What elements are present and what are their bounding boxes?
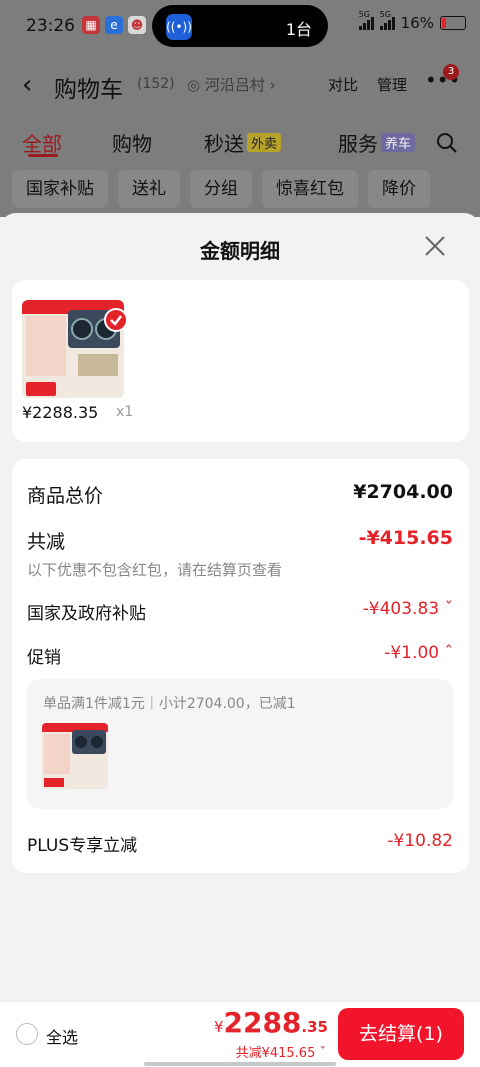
chip-red-packet[interactable]: 惊喜红包 bbox=[262, 170, 358, 208]
close-icon[interactable] bbox=[424, 235, 446, 257]
eye-icon: ◎ bbox=[187, 76, 205, 94]
tab-services[interactable]: 服务 养车 bbox=[338, 128, 420, 157]
sheet-title: 金额明细 bbox=[200, 239, 280, 263]
subsidy-row-toggle[interactable]: -¥403.83 ˇ bbox=[363, 599, 453, 619]
promotion-detail-text: 单品满1件减1元｜小计2704.00，已减1 bbox=[43, 696, 296, 712]
total-price-label: 商品总价 bbox=[27, 485, 104, 507]
tab-label: 全部 bbox=[22, 132, 62, 156]
chip-group[interactable]: 分组 bbox=[190, 170, 252, 208]
promotion-detail-box: 单品满1件减1元｜小计2704.00，已减1 bbox=[27, 679, 453, 809]
price-decimal: .35 bbox=[301, 1018, 328, 1036]
home-indicator[interactable] bbox=[144, 1062, 336, 1066]
product-price: ¥2288.35 bbox=[22, 403, 99, 422]
cart-page-background: ‹ 购物车 (152) ◎ 河沿吕村 › 对比 管理 ••• 3 全部 购物 秒… bbox=[0, 52, 480, 217]
total-price: ¥2288.35 bbox=[214, 1006, 328, 1039]
manage-button[interactable]: 管理 bbox=[377, 74, 407, 95]
total-discount-label: 共减 bbox=[27, 531, 66, 553]
saved-amount-toggle[interactable]: 共减¥415.65 ˇ bbox=[236, 1042, 326, 1061]
promotion-row-toggle[interactable]: -¥1.00 ˆ bbox=[384, 643, 453, 663]
checkout-button[interactable]: 去结算(1) bbox=[338, 1008, 464, 1060]
dynamic-island[interactable]: ((•)) 1台 bbox=[152, 5, 328, 47]
mascot-notification-icon: ☻ bbox=[128, 16, 146, 34]
checkout-bar: 全选 ¥2288.35 共减¥415.65 ˇ 去结算(1) bbox=[0, 1001, 480, 1067]
page-title: 购物车 bbox=[54, 77, 123, 103]
chip-national-subsidy[interactable]: 国家补贴 bbox=[12, 170, 108, 208]
chevron-down-icon: ˇ bbox=[315, 1046, 326, 1061]
amount-detail-sheet: 金额明细 ¥2288.35 x1 商品总价 ¥2704.00 共减 -¥415.… bbox=[0, 213, 480, 1001]
signal-icon: 5G bbox=[379, 10, 395, 30]
product-quantity: x1 bbox=[116, 404, 134, 420]
tab-all[interactable]: 全部 bbox=[22, 128, 62, 157]
promotion-product-image[interactable] bbox=[42, 723, 108, 789]
tab-badge: 养车 bbox=[381, 133, 416, 152]
location-label: 河沿吕村 bbox=[204, 76, 265, 94]
battery-percent: 16% bbox=[400, 14, 434, 32]
location-selector[interactable]: ◎ 河沿吕村 › bbox=[187, 74, 276, 95]
chevron-down-icon: ˇ bbox=[439, 599, 453, 619]
status-app-icons: ▦ e ☻ bbox=[82, 16, 146, 34]
product-card: ¥2288.35 x1 bbox=[12, 280, 469, 442]
status-bar: 23:26 ▦ e ☻ ((•)) 1台 5G 5G 16% bbox=[0, 0, 480, 52]
selected-check-icon bbox=[104, 308, 128, 332]
signal-icon: 5G bbox=[358, 10, 374, 30]
chip-price-drop[interactable]: 降价 bbox=[368, 170, 430, 208]
subsidy-label: 国家及政府补贴 bbox=[27, 604, 146, 624]
chevron-up-icon: ˆ bbox=[439, 643, 453, 663]
search-icon[interactable] bbox=[436, 132, 458, 154]
price-integer: 2288 bbox=[223, 1006, 302, 1039]
select-all-label[interactable]: 全选 bbox=[46, 1024, 78, 1048]
status-indicators: 5G 5G 16% bbox=[358, 10, 466, 32]
back-arrow-icon[interactable]: ‹ bbox=[22, 70, 32, 100]
nfc-icon: ((•)) bbox=[166, 14, 192, 40]
tab-label: 秒送 bbox=[204, 132, 244, 156]
tab-instant-delivery[interactable]: 秒送 外卖 bbox=[204, 128, 282, 157]
status-time: 23:26 bbox=[26, 16, 75, 36]
active-tab-indicator bbox=[28, 154, 58, 157]
more-badge: 3 bbox=[443, 64, 459, 80]
tab-shopping[interactable]: 购物 bbox=[112, 128, 152, 157]
price-breakdown-card: 商品总价 ¥2704.00 共减 -¥415.65 以下优惠不包含红包，请在结算… bbox=[12, 459, 469, 873]
plus-discount-value: -¥10.82 bbox=[387, 831, 453, 851]
select-all-radio[interactable] bbox=[16, 1023, 38, 1045]
cart-tabs: 全部 购物 秒送 外卖 服务 养车 bbox=[0, 124, 480, 164]
plus-discount-label: PLUS专享立减 bbox=[27, 836, 138, 856]
island-text: 1台 bbox=[285, 20, 312, 39]
network-type-label: 5G bbox=[358, 10, 370, 19]
subsidy-value: -¥403.83 bbox=[362, 599, 440, 619]
promotion-value: -¥1.00 bbox=[384, 643, 440, 663]
filter-chips: 国家补贴 送礼 分组 惊喜红包 降价 bbox=[12, 170, 430, 208]
battery-icon bbox=[440, 16, 466, 30]
compare-button[interactable]: 对比 bbox=[328, 74, 358, 95]
network-type-label: 5G bbox=[379, 10, 391, 19]
saved-amount: 共减¥415.65 bbox=[235, 1046, 316, 1061]
tab-label: 服务 bbox=[338, 132, 378, 156]
chip-gift[interactable]: 送礼 bbox=[118, 170, 180, 208]
total-discount-value: -¥415.65 bbox=[358, 527, 453, 549]
total-price-value: ¥2704.00 bbox=[353, 481, 453, 503]
chevron-right-icon: › bbox=[264, 76, 276, 94]
cart-header: ‹ 购物车 (152) ◎ 河沿吕村 › 对比 管理 ••• 3 bbox=[0, 64, 480, 104]
app-notification-icon: ▦ bbox=[82, 16, 100, 34]
browser-notification-icon: e bbox=[105, 16, 123, 34]
tab-label: 购物 bbox=[112, 132, 152, 156]
cart-count: (152) bbox=[137, 76, 175, 92]
discount-note: 以下优惠不包含红包，请在结算页查看 bbox=[27, 561, 283, 579]
tab-badge: 外卖 bbox=[247, 133, 282, 152]
promotion-label: 促销 bbox=[27, 648, 61, 668]
